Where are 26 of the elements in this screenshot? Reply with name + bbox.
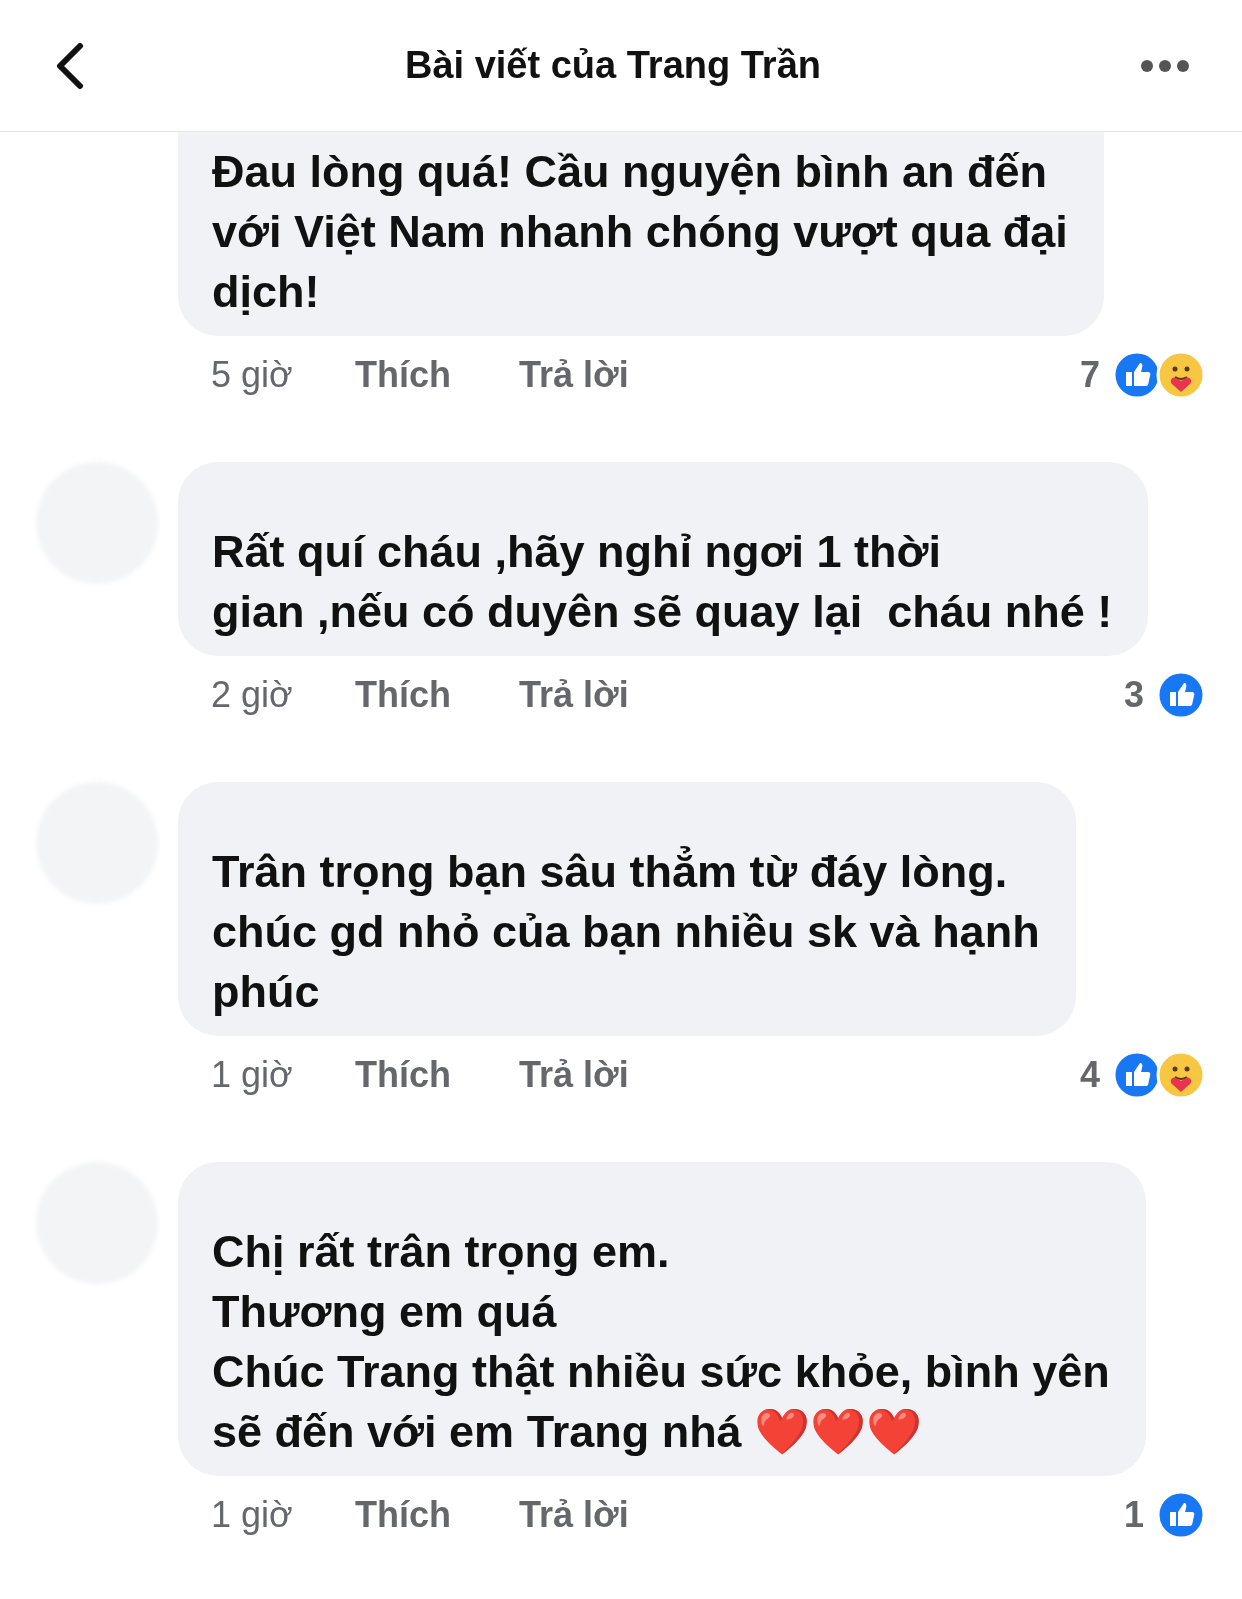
like-link[interactable]: Thích: [355, 348, 519, 402]
comment-text: Chị rất trân trọng em. Thương em quá Chúc Trang thật nhiều sức khỏe, bình yên sẽ đến với em Trang nhá ❤❤❤: [212, 1225, 1110, 1459]
like-link[interactable]: Thích: [355, 1488, 519, 1542]
comment-text: Rất quí cháu ,hãy nghỉ ngơi 1 thời gian ,nếu có duyên sẽ quay lại cháu nhé !: [212, 525, 1113, 639]
more-icon[interactable]: [1140, 58, 1190, 73]
comment-text: Đau lòng quá! Cầu nguyện bình an đến với Việt Nam nhanh chóng vượt qua đại dịch!: [212, 145, 1068, 319]
care-emoji-icon: [1156, 350, 1206, 400]
reaction-count: 1: [1123, 1493, 1144, 1537]
like-icon: [1156, 670, 1206, 720]
like-icon: [1156, 1490, 1206, 1540]
reaction-count: 3: [1123, 673, 1144, 717]
reply-link[interactable]: Trả lời: [519, 348, 629, 402]
comment-time: 1 giờ: [211, 1053, 294, 1097]
reply-link[interactable]: Trả lời: [519, 1048, 629, 1102]
comment-time: 2 giờ: [211, 673, 294, 717]
reaction-count: 7: [1079, 353, 1100, 397]
reaction-count: 4: [1079, 1053, 1100, 1097]
like-link[interactable]: Thích: [355, 668, 519, 722]
comment-time: 1 giờ: [211, 1493, 294, 1537]
care-emoji-icon: [1156, 1050, 1206, 1100]
like-link[interactable]: Thích: [355, 1048, 519, 1102]
reply-link[interactable]: Trả lời: [519, 668, 629, 722]
comment-time: 5 giờ: [211, 353, 294, 397]
reply-link[interactable]: Trả lời: [519, 1488, 629, 1542]
comment-text: Trân trọng bạn sâu thẳm từ đáy lòng. chúc gd nhỏ của bạn nhiều sk và hạnh phúc: [212, 845, 1040, 1019]
page-title: Bài viết của Trang Trần: [404, 43, 821, 88]
